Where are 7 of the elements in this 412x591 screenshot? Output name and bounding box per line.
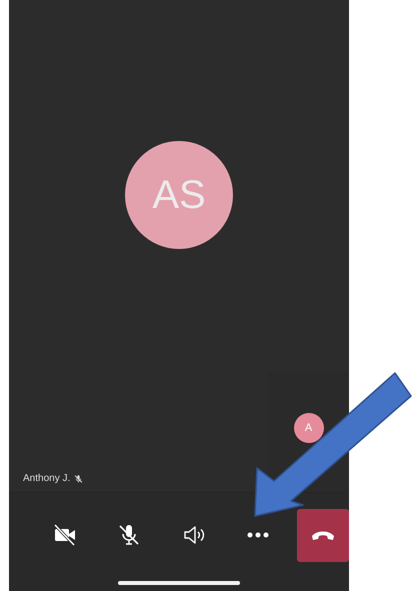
hang-up-icon [311, 529, 336, 541]
mic-off-icon [117, 522, 142, 548]
end-call-button[interactable] [297, 508, 349, 562]
participant-name: Anthony J. [23, 473, 70, 484]
caller-avatar: AS [125, 141, 233, 249]
self-avatar: A [294, 413, 324, 443]
more-icon [247, 532, 270, 538]
